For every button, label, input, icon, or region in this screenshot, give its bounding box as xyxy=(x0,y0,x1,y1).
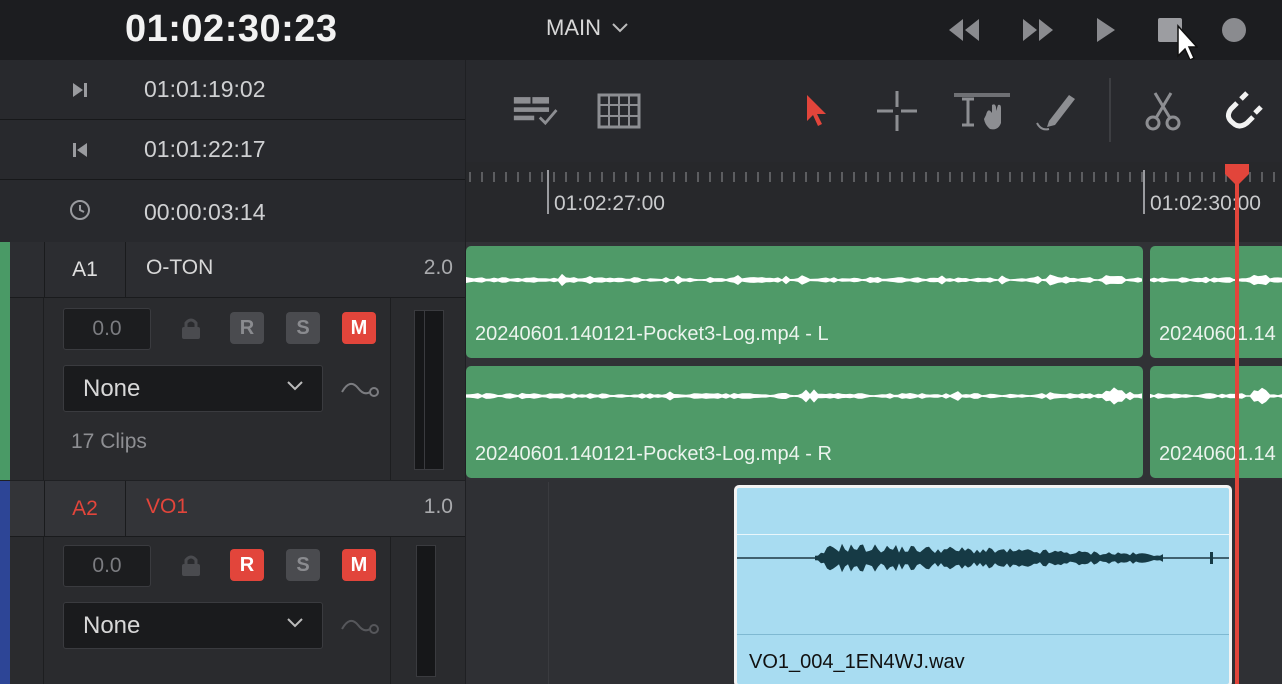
mute-button[interactable]: M xyxy=(342,549,376,581)
waveform xyxy=(737,543,1229,573)
timeline-selector[interactable]: MAIN xyxy=(546,15,629,41)
record-arm-button[interactable]: R xyxy=(230,549,264,581)
timeline-track-area[interactable]: 20240601.140121-Pocket3-Log.mp4 - L 2024… xyxy=(466,242,1282,684)
waveform xyxy=(1150,387,1282,405)
clip-name: 20240601.140121-Pocket3-Log.mp4 - L xyxy=(475,323,829,345)
clip-name: 20240601.14 xyxy=(1159,323,1276,345)
track-header-a2: A2 VO1 1.0 0.0 R S M None xyxy=(0,481,465,684)
automation-curve-icon[interactable] xyxy=(340,613,382,637)
effect-dropdown-value: None xyxy=(83,612,141,639)
lock-icon[interactable] xyxy=(178,552,204,578)
mark-out-row: 01:01:22:17 xyxy=(0,120,465,180)
track-header-a1: A1 O-TON 2.0 0.0 R S M None 17 Clips xyxy=(0,242,465,480)
timeline-view-options-button[interactable] xyxy=(512,88,562,134)
playhead-handle-icon[interactable] xyxy=(1223,162,1251,188)
audio-meter xyxy=(416,545,436,677)
audio-clip-a1-right[interactable]: 20240601.14 xyxy=(1150,246,1282,358)
track-name[interactable]: O-TON xyxy=(146,256,213,280)
track-controls: 0.0 R S M None xyxy=(10,537,465,684)
magnet-icon xyxy=(1225,91,1263,129)
mute-button[interactable]: M xyxy=(342,312,376,344)
play-button[interactable] xyxy=(1086,14,1126,46)
effect-dropdown[interactable]: None xyxy=(63,365,323,412)
waveform xyxy=(1150,274,1282,286)
chevron-down-icon xyxy=(612,23,628,33)
dynamic-trim-button[interactable] xyxy=(952,88,1012,134)
snapping-button[interactable] xyxy=(1220,88,1270,134)
track-header-row: A2 VO1 1.0 xyxy=(10,481,465,537)
track-level: 2.0 xyxy=(423,256,453,279)
solo-button[interactable]: S xyxy=(286,312,320,344)
automation-curve-icon[interactable] xyxy=(340,376,382,400)
duration-value: 00:00:03:14 xyxy=(144,199,266,225)
voiceover-clip[interactable]: VO1_004_1EN4WJ.wav xyxy=(734,485,1232,684)
scissors-icon xyxy=(1145,92,1181,131)
track-id: A1 xyxy=(44,242,126,297)
volume-field[interactable]: 0.0 xyxy=(63,545,151,587)
clip-name: 20240601.14 xyxy=(1159,443,1276,465)
waveform xyxy=(466,387,1142,405)
track-color-bar xyxy=(0,481,10,684)
toolbar-divider xyxy=(1109,78,1111,142)
rewind-icon xyxy=(949,19,979,41)
trim-hand-icon xyxy=(954,93,1010,130)
grid-icon xyxy=(597,93,641,129)
mark-in-icon xyxy=(73,83,87,97)
chevron-down-icon xyxy=(287,381,303,391)
track-id: A2 xyxy=(44,481,126,536)
grid-view-button[interactable] xyxy=(594,88,644,134)
timecode-display: 01:02:30:23 xyxy=(125,8,338,50)
crosshair-icon xyxy=(877,91,917,131)
duration-clock-icon xyxy=(70,200,90,220)
solo-button[interactable]: S xyxy=(286,549,320,581)
mark-in-value: 01:01:19:02 xyxy=(144,76,266,102)
fast-forward-button[interactable] xyxy=(1018,14,1058,46)
timeline-name: MAIN xyxy=(546,15,601,40)
edit-toolbar xyxy=(466,60,1282,162)
audio-meter-right xyxy=(424,310,444,470)
lock-icon[interactable] xyxy=(178,315,204,341)
record-arm-button[interactable]: R xyxy=(230,312,264,344)
timeline-view-options-icon xyxy=(513,97,558,126)
trim-tool-button[interactable] xyxy=(872,88,922,134)
track-color-bar xyxy=(0,242,10,480)
clip-count: 17 Clips xyxy=(71,430,147,453)
mark-out-icon xyxy=(73,143,87,157)
track-header-row: A1 O-TON 2.0 xyxy=(10,242,465,298)
blade-edit-button[interactable] xyxy=(1032,88,1082,134)
track-controls: 0.0 R S M None 17 Clips xyxy=(10,298,465,480)
effect-dropdown-value: None xyxy=(83,375,141,402)
record-icon xyxy=(1222,18,1246,42)
rewind-button[interactable] xyxy=(944,14,984,46)
audio-clip-a1-left[interactable]: 20240601.140121-Pocket3-Log.mp4 - L xyxy=(466,246,1143,358)
duration-row: 00:00:03:14 xyxy=(0,180,465,243)
clip-name: VO1_004_1EN4WJ.wav xyxy=(749,651,965,673)
playhead-line[interactable] xyxy=(1235,178,1239,684)
arrow-pointer-icon xyxy=(807,95,826,126)
track-name[interactable]: VO1 xyxy=(146,495,188,519)
volume-field[interactable]: 0.0 xyxy=(63,308,151,350)
audio-clip-a1-left[interactable]: 20240601.140121-Pocket3-Log.mp4 - R xyxy=(466,366,1143,478)
ruler-label: 01:02:30:00 xyxy=(1150,192,1261,215)
track-level: 1.0 xyxy=(423,495,453,518)
fast-forward-icon xyxy=(1023,19,1053,41)
selection-tool-button[interactable] xyxy=(792,88,842,134)
timeline-ruler[interactable]: 01:02:27:00 01:02:30:00 xyxy=(466,162,1282,242)
record-button[interactable] xyxy=(1214,14,1254,46)
play-icon xyxy=(1097,18,1115,42)
clip-name: 20240601.140121-Pocket3-Log.mp4 - R xyxy=(475,443,832,465)
mark-out-value: 01:01:22:17 xyxy=(144,136,266,162)
pen-icon xyxy=(1036,95,1075,131)
effect-dropdown[interactable]: None xyxy=(63,602,323,649)
waveform xyxy=(466,273,1142,287)
chevron-down-icon xyxy=(287,618,303,628)
audio-clip-a1-right[interactable]: 20240601.14 xyxy=(1150,366,1282,478)
mark-in-row: 01:01:19:02 xyxy=(0,60,465,120)
blade-tool-button[interactable] xyxy=(1138,88,1188,134)
ruler-label: 01:02:27:00 xyxy=(554,192,665,215)
